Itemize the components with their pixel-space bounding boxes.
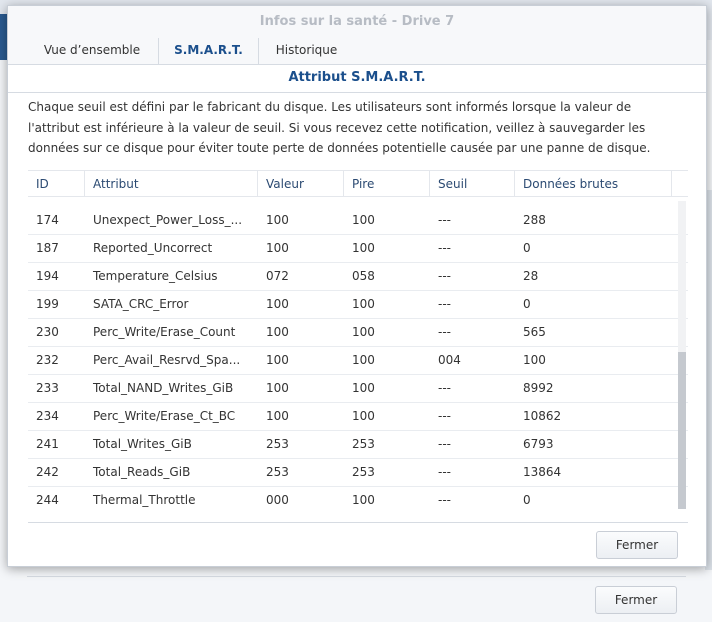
cell-attribute: Total_NAND_Writes_GiB: [93, 381, 234, 395]
cell-attribute: Perc_Write/Erase_Ct_BC: [93, 409, 236, 423]
cell-value: 100: [266, 213, 289, 227]
cell-id: 234: [36, 409, 59, 423]
cell-attribute: Total_Reads_GiB: [93, 465, 191, 479]
cell-id: 230: [36, 325, 59, 339]
tab-bar: Vue d’ensemble S.M.A.R.T. Historique: [8, 38, 706, 65]
tab-history[interactable]: Historique: [258, 38, 354, 64]
table-scrollbar-thumb[interactable]: [678, 352, 686, 509]
table-row[interactable]: 174 Unexpect_Power_Loss_... 100 100 --- 288: [28, 207, 688, 235]
section-description: Chaque seuil est défini par le fabricant…: [28, 100, 651, 155]
cell-value: 100: [266, 353, 289, 367]
table-row[interactable]: 234 Perc_Write/Erase_Ct_BC 100 100 --- 10862: [28, 403, 688, 431]
cell-value: 100: [266, 409, 289, 423]
cell-id: 187: [36, 241, 59, 255]
cell-worst: 100: [352, 409, 375, 423]
table-header: ID Attribut Valeur Pire Seuil Données br…: [28, 170, 688, 197]
cell-raw-data: 28: [523, 269, 539, 283]
cell-attribute: SATA_CRC_Error: [93, 297, 189, 311]
cell-attribute: Perc_Avail_Resrvd_Spa...: [93, 353, 241, 367]
cell-id: 199: [36, 297, 59, 311]
cell-attribute: Unexpect_Power_Loss_...: [93, 213, 243, 227]
cell-value: 100: [266, 241, 289, 255]
dialog-title: Infos sur la santé - Drive 7: [8, 6, 706, 40]
cell-worst: 100: [352, 325, 375, 339]
column-header-worst[interactable]: Pire: [344, 171, 430, 197]
cell-raw-data: 100: [523, 353, 546, 367]
cell-attribute: Perc_Write/Erase_Count: [93, 325, 236, 339]
tab-smart[interactable]: S.M.A.R.T.: [158, 38, 258, 64]
table-row[interactable]: 244 Thermal_Throttle 000 100 --- 0: [28, 487, 688, 509]
cell-threshold: ---: [438, 297, 451, 311]
table-row[interactable]: 233 Total_NAND_Writes_GiB 100 100 --- 8992: [28, 375, 688, 403]
cell-raw-data: 288: [523, 213, 546, 227]
column-header-threshold[interactable]: Seuil: [430, 171, 515, 197]
background-divider: [27, 576, 686, 577]
cell-value: 253: [266, 465, 289, 479]
cell-raw-data: 10862: [523, 409, 562, 423]
cell-attribute: Total_Writes_GiB: [93, 437, 192, 451]
cell-worst: 100: [352, 213, 375, 227]
cell-attribute: Thermal_Throttle: [93, 493, 196, 507]
cell-value: 072: [266, 269, 289, 283]
cell-threshold: ---: [438, 241, 451, 255]
background-close-button[interactable]: Fermer: [595, 586, 677, 614]
cell-threshold: ---: [438, 409, 451, 423]
table-row[interactable]: 199 SATA_CRC_Error 100 100 --- 0: [28, 291, 688, 319]
column-header-attribute[interactable]: Attribut: [85, 171, 258, 197]
background-accent-bar: [0, 14, 7, 62]
cell-threshold: ---: [438, 437, 451, 451]
cell-value: 100: [266, 381, 289, 395]
cell-id: 194: [36, 269, 59, 283]
cell-id: 174: [36, 213, 59, 227]
smart-table-body[interactable]: 174 Unexpect_Power_Loss_... 100 100 --- 288 18…: [28, 201, 688, 509]
cell-id: 232: [36, 353, 59, 367]
table-row[interactable]: 187 Reported_Uncorrect 100 100 --- 0: [28, 235, 688, 263]
cell-worst: 058: [352, 269, 375, 283]
column-header-raw-data[interactable]: Données brutes: [515, 171, 672, 197]
cell-worst: 100: [352, 381, 375, 395]
cell-id: 241: [36, 437, 59, 451]
footer-divider: [28, 522, 688, 523]
cell-worst: 100: [352, 241, 375, 255]
cell-worst: 253: [352, 465, 375, 479]
cell-id: 233: [36, 381, 59, 395]
cell-value: 253: [266, 437, 289, 451]
cell-attribute: Temperature_Celsius: [93, 269, 218, 283]
cell-threshold: ---: [438, 325, 451, 339]
cell-worst: 100: [352, 297, 375, 311]
cell-raw-data: 0: [523, 493, 531, 507]
cell-raw-data: 6793: [523, 437, 554, 451]
cell-value: 100: [266, 297, 289, 311]
cell-raw-data: 13864: [523, 465, 562, 479]
cell-raw-data: 8992: [523, 381, 554, 395]
cell-raw-data: 565: [523, 325, 546, 339]
cell-worst: 253: [352, 437, 375, 451]
cell-threshold: ---: [438, 381, 451, 395]
section-title: Attribut S.M.A.R.T.: [8, 64, 706, 93]
table-row[interactable]: 194 Temperature_Celsius 072 058 --- 28: [28, 263, 688, 291]
cell-threshold: ---: [438, 213, 451, 227]
cell-id: 242: [36, 465, 59, 479]
cell-value: 100: [266, 325, 289, 339]
table-row[interactable]: 230 Perc_Write/Erase_Count 100 100 --- 565: [28, 319, 688, 347]
close-button[interactable]: Fermer: [596, 531, 678, 559]
cell-raw-data: 0: [523, 241, 531, 255]
cell-worst: 100: [352, 353, 375, 367]
table-row[interactable]: 242 Total_Reads_GiB 253 253 --- 13864: [28, 459, 688, 487]
cell-value: 000: [266, 493, 289, 507]
column-header-id[interactable]: ID: [28, 171, 85, 197]
column-header-value[interactable]: Valeur: [258, 171, 344, 197]
cell-worst: 100: [352, 493, 375, 507]
tab-overview[interactable]: Vue d’ensemble: [28, 38, 156, 64]
cell-id: 244: [36, 493, 59, 507]
cell-threshold: ---: [438, 269, 451, 283]
table-row[interactable]: 232 Perc_Avail_Resrvd_Spa... 100 100 004 100: [28, 347, 688, 375]
health-info-dialog: Infos sur la santé - Drive 7 Vue d’ensem…: [7, 5, 707, 567]
table-row[interactable]: 241 Total_Writes_GiB 253 253 --- 6793: [28, 431, 688, 459]
cell-threshold: 004: [438, 353, 461, 367]
cell-attribute: Reported_Uncorrect: [93, 241, 213, 255]
cell-raw-data: 0: [523, 297, 531, 311]
cell-threshold: ---: [438, 465, 451, 479]
cell-threshold: ---: [438, 493, 451, 507]
